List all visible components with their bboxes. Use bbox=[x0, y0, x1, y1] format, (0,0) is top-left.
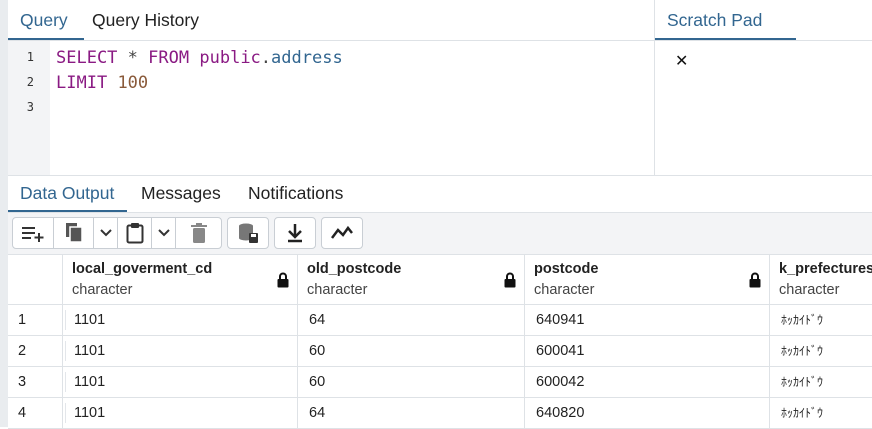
left-edge-bar bbox=[0, 0, 8, 427]
table-cell[interactable]: 600041 bbox=[525, 336, 770, 367]
tab-messages[interactable]: Messages bbox=[129, 176, 233, 212]
line-number: 3 bbox=[26, 100, 34, 114]
row-index[interactable]: 2 bbox=[8, 336, 63, 367]
copy-icon[interactable] bbox=[53, 218, 93, 248]
row-index[interactable]: 1 bbox=[8, 305, 63, 336]
tab-query-history[interactable]: Query History bbox=[80, 0, 211, 40]
table-cell[interactable]: 640820 bbox=[525, 398, 770, 429]
lock-icon bbox=[749, 272, 761, 288]
save-data-group bbox=[227, 217, 269, 249]
scratch-pad-label: Scratch Pad bbox=[667, 10, 763, 30]
close-icon[interactable]: ✕ bbox=[675, 53, 688, 70]
column-name: k_prefectures bbox=[779, 261, 872, 277]
column-name: local_goverment_cd bbox=[72, 261, 213, 277]
table-cell[interactable]: 60 bbox=[298, 336, 525, 367]
add-row-icon[interactable] bbox=[13, 218, 53, 248]
table-cell[interactable]: 1101 bbox=[63, 305, 298, 336]
column-header[interactable]: k_prefectures character bbox=[770, 255, 872, 305]
graph-group bbox=[321, 217, 363, 249]
column-type: character bbox=[72, 282, 133, 298]
lock-icon bbox=[504, 272, 516, 288]
chevron-down-icon[interactable] bbox=[151, 218, 175, 248]
sql-star: * bbox=[127, 48, 138, 68]
column-type: character bbox=[534, 282, 595, 298]
scratch-tab-divider bbox=[655, 40, 872, 41]
save-data-icon[interactable] bbox=[228, 218, 268, 248]
sql-number: 100 bbox=[117, 73, 149, 93]
table-cell[interactable]: 64 bbox=[298, 398, 525, 429]
paste-icon[interactable] bbox=[117, 218, 151, 248]
table-cell[interactable]: 640941 bbox=[525, 305, 770, 336]
tab-query[interactable]: Query bbox=[8, 0, 84, 40]
sql-keyword: SELECT bbox=[56, 48, 118, 68]
table-cell[interactable]: 60 bbox=[298, 367, 525, 398]
chevron-down-icon[interactable] bbox=[93, 218, 117, 248]
row-header-corner bbox=[8, 255, 63, 305]
column-type: character bbox=[307, 282, 368, 298]
tab-data-output[interactable]: Data Output bbox=[8, 176, 127, 212]
sql-keyword: FROM bbox=[148, 48, 190, 68]
panel-divider bbox=[654, 0, 655, 175]
column-header[interactable]: postcode character bbox=[525, 255, 770, 305]
table-cell[interactable]: 600042 bbox=[525, 367, 770, 398]
sql-line-1[interactable]: SELECT * FROM public.address bbox=[56, 48, 343, 68]
table-cell[interactable]: ﾎｯｶｲﾄﾞｳ bbox=[770, 367, 872, 398]
line-number: 2 bbox=[26, 75, 34, 89]
column-name: old_postcode bbox=[307, 261, 402, 277]
sql-dot: . bbox=[260, 48, 272, 68]
sql-schema: public bbox=[199, 48, 261, 68]
sql-line-2[interactable]: LIMIT 100 bbox=[56, 73, 148, 93]
table-cell[interactable]: ﾎｯｶｲﾄﾞｳ bbox=[770, 305, 872, 336]
row-index[interactable]: 4 bbox=[8, 398, 63, 429]
table-cell[interactable]: 1101 bbox=[63, 336, 298, 367]
sql-keyword: LIMIT bbox=[56, 73, 108, 93]
column-header[interactable]: old_postcode character bbox=[298, 255, 525, 305]
download-icon[interactable] bbox=[275, 218, 315, 248]
column-name: postcode bbox=[534, 261, 599, 277]
tab-scratch-pad[interactable]: Scratch Pad ✕ bbox=[655, 0, 796, 70]
edit-button-group bbox=[12, 217, 222, 249]
column-header[interactable]: local_goverment_cd character bbox=[63, 255, 298, 305]
table-cell[interactable]: ﾎｯｶｲﾄﾞｳ bbox=[770, 336, 872, 367]
table-cell[interactable]: ﾎｯｶｲﾄﾞｳ bbox=[770, 398, 872, 429]
tab-notifications[interactable]: Notifications bbox=[236, 176, 355, 212]
table-cell[interactable]: 64 bbox=[298, 305, 525, 336]
row-index[interactable]: 3 bbox=[8, 367, 63, 398]
sql-table: address bbox=[271, 48, 343, 68]
graph-icon[interactable] bbox=[322, 218, 362, 248]
lock-icon bbox=[277, 272, 289, 288]
table-cell[interactable]: 1101 bbox=[63, 367, 298, 398]
table-cell[interactable]: 1101 bbox=[63, 398, 298, 429]
download-group bbox=[274, 217, 316, 249]
editor-tab-divider bbox=[8, 40, 654, 41]
delete-icon[interactable] bbox=[175, 218, 221, 248]
line-number: 1 bbox=[26, 50, 34, 64]
column-type: character bbox=[779, 282, 840, 298]
